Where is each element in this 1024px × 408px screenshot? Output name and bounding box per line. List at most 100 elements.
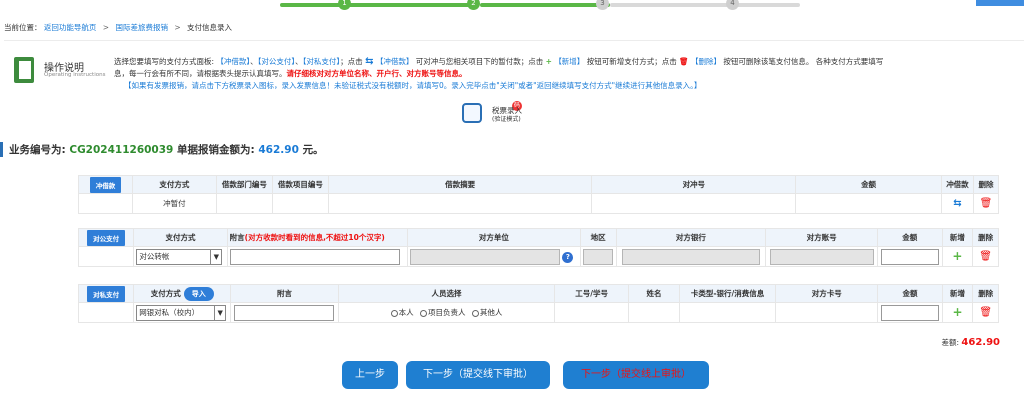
cell — [327, 193, 593, 214]
instr-keyword-delete: 【删除】 — [691, 57, 722, 66]
col-header: 新增 — [941, 228, 974, 247]
amount-input[interactable] — [881, 304, 940, 321]
top-right-button[interactable] — [976, 0, 1024, 6]
col-header: 借款部门编号 — [215, 175, 273, 194]
radio-other[interactable] — [471, 309, 479, 317]
radio-label: 本人 — [398, 308, 414, 317]
col-header: 删除 — [972, 228, 999, 247]
col-header: 工号/学号 — [554, 284, 629, 303]
breadcrumb-link-home[interactable]: 返回功能导航页 — [44, 23, 97, 32]
corporate-table: 对公支付 支付方式 附言(对方收款时看到的信息,不超过10个汉字) 对方单位 地… — [77, 228, 999, 267]
private-tag-cell: 对私支付 — [77, 284, 135, 303]
plus-icon[interactable]: + — [953, 305, 963, 319]
plus-icon: + — [545, 57, 552, 66]
instr-text-part: ；点击 — [340, 57, 363, 66]
action-bar: 上一步 下一步（提交线下审批） 下一步（提交线上审批） — [0, 361, 1024, 389]
col-header: 地区 — [579, 228, 617, 247]
col-header: 附言 — [230, 284, 339, 303]
offset-method: 冲暂付 — [131, 193, 217, 214]
instr-keyword-offset: 【冲借款】 — [375, 57, 414, 66]
breadcrumb-separator: > — [174, 23, 181, 32]
chevron-down-icon: ▼ — [210, 249, 221, 264]
amount-label: 单据报销金额为: — [177, 144, 255, 156]
col-header: 借款项目编号 — [271, 175, 329, 194]
region-input[interactable] — [583, 248, 614, 265]
instr-keyword-private: 【对私支付】 — [302, 57, 341, 66]
instr-text-part: 、 — [295, 57, 303, 66]
trash-icon: 🗑 — [679, 57, 689, 66]
offset-tag: 冲借款 — [89, 176, 122, 193]
plus-icon[interactable]: + — [952, 249, 962, 263]
memo-input[interactable] — [229, 248, 400, 265]
corporate-method-select[interactable]: 对公转帐 ▼ — [136, 248, 223, 265]
next-offline-button[interactable]: 下一步（提交线下审批） — [406, 361, 550, 389]
breadcrumb-link-travel[interactable]: 国际差旅费报销 — [115, 23, 168, 32]
instr-keyword-offset: 【冲借款】 — [216, 57, 251, 66]
memo-cell — [230, 302, 339, 323]
col-header: 附言 — [229, 233, 245, 242]
row-empty — [78, 193, 133, 214]
offset-tag-cell: 冲借款 — [78, 175, 133, 194]
progress-stepper: 1 2 3 4 — [280, 0, 800, 12]
business-number-label: 业务编号为: — [9, 144, 66, 156]
private-method-select[interactable]: 网银对私（校内） ▼ — [136, 304, 227, 321]
step-2: 2 — [467, 0, 480, 10]
next-online-button[interactable]: 下一步（提交线上审批） — [563, 361, 709, 389]
col-header: 支付方式 — [131, 175, 217, 194]
radio-label: 其他人 — [479, 308, 503, 317]
business-number: CG202411260039 — [69, 144, 174, 156]
swap-icon: ⇆ — [365, 56, 374, 67]
difference: 差额: 462.90 — [941, 337, 1000, 348]
account-input[interactable] — [769, 248, 874, 265]
radio-self[interactable] — [390, 309, 398, 317]
table-row: 网银对私（校内） ▼ 本人 项目负责人 其他人 + 🗑 — [77, 302, 999, 323]
cell — [554, 302, 629, 323]
cell — [679, 302, 777, 323]
method-header-cell: 支付方式 导入 — [133, 284, 232, 303]
trash-icon[interactable]: 🗑 — [980, 198, 993, 209]
instr-text-part: 、 — [250, 57, 258, 66]
row-empty — [77, 302, 135, 323]
account-cell — [765, 246, 878, 267]
import-button[interactable]: 导入 — [183, 286, 214, 301]
memo-input[interactable] — [234, 304, 335, 321]
instructions-subtitle: Operating instructions — [44, 72, 106, 78]
col-header: 卡类型-银行/消费信息 — [679, 284, 777, 303]
help-icon[interactable]: ? — [562, 251, 574, 263]
offset-delete-cell: 🗑 — [972, 193, 1000, 214]
amount-input[interactable] — [880, 248, 939, 265]
step-3: 3 — [596, 0, 609, 10]
col-header: 金额 — [877, 284, 943, 303]
bank-input[interactable] — [621, 248, 760, 265]
counterparty-input[interactable] — [410, 248, 561, 265]
breadcrumb-separator: > — [102, 23, 110, 32]
col-header: 金额 — [795, 175, 942, 194]
business-summary: 业务编号为: CG202411260039 单据报销金额为: 462.90 元。 — [0, 142, 324, 157]
difference-label: 差额: — [941, 338, 960, 347]
col-header: 冲借款 — [940, 175, 974, 194]
swap-icon[interactable]: ⇆ — [953, 198, 961, 209]
cell — [271, 193, 329, 214]
step-track-todo — [610, 3, 800, 7]
col-header: 人员选择 — [337, 284, 556, 303]
difference-value: 462.90 — [961, 337, 1000, 348]
instr-warning: 请仔细核对对方单位名称、开户行、对方账号等信息。 — [286, 69, 467, 78]
trash-icon[interactable]: 🗑 — [979, 307, 992, 318]
step-4: 4 — [726, 0, 739, 10]
trash-icon[interactable]: 🗑 — [979, 251, 992, 262]
breadcrumb-prefix: 当前位置： — [4, 23, 42, 32]
prev-button[interactable]: 上一步 — [342, 361, 398, 389]
offset-swap-cell: ⇆ — [940, 193, 974, 214]
radio-project-lead[interactable] — [419, 309, 427, 317]
table-row: 冲暂付 ⇆ 🗑 — [78, 193, 1000, 214]
instr-keyword-corporate: 【对公支付】 — [257, 57, 296, 66]
corporate-tag-cell: 对公支付 — [77, 228, 135, 247]
book-icon — [14, 57, 34, 83]
col-header: 姓名 — [627, 284, 681, 303]
col-header: 对方账号 — [765, 228, 878, 247]
amount-cell — [877, 302, 943, 323]
amount-unit: 元。 — [302, 144, 324, 156]
amount-cell — [876, 246, 943, 267]
select-value: 网银对私（校内） — [139, 308, 200, 317]
step-track-done — [280, 3, 475, 7]
